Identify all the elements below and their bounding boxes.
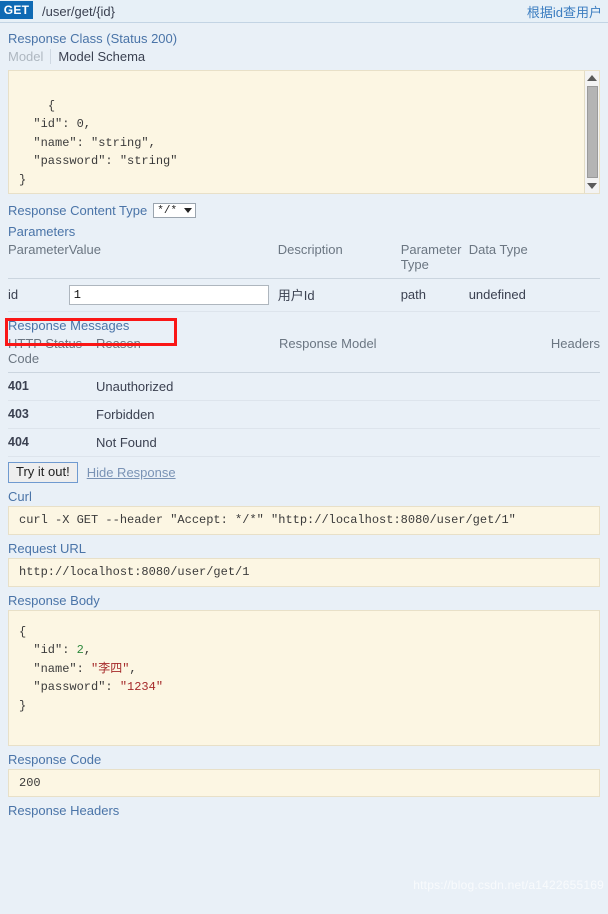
json-id-key: "id":	[19, 643, 77, 657]
response-messages-header-row: HTTP Status Code Reason Response Model H…	[8, 335, 600, 372]
response-content-type-value: */*	[157, 205, 177, 217]
th-value: Value	[69, 241, 278, 278]
reason-cell: Forbidden	[96, 400, 279, 428]
response-body-box: { "id": 2, "name": "李四", "password": "12…	[8, 610, 600, 746]
chevron-down-icon	[184, 208, 192, 213]
response-content-type-row: Response Content Type */*	[8, 203, 600, 218]
http-method-badge: GET	[0, 1, 33, 19]
param-value-cell	[69, 278, 278, 311]
scrollbar-thumb[interactable]	[587, 86, 598, 178]
param-description-cell: 用户Id	[278, 278, 401, 311]
scroll-up-arrow-icon[interactable]	[587, 75, 597, 81]
reason-cell: Unauthorized	[96, 372, 279, 400]
th-response-model: Response Model	[279, 335, 492, 372]
operation-summary[interactable]: 根据id查用户	[527, 0, 608, 22]
parameters-table: Parameter Value Description Parameter Ty…	[8, 241, 600, 312]
param-type-cell: path	[401, 278, 469, 311]
status-code-cell: 403	[8, 400, 96, 428]
response-content-type-label: Response Content Type	[8, 203, 147, 218]
json-close-brace: }	[19, 699, 26, 713]
response-content-type-select[interactable]: */*	[153, 203, 196, 218]
curl-command-box: curl -X GET --header "Accept: */*" "http…	[8, 506, 600, 535]
th-description: Description	[278, 241, 401, 278]
json-id-value: 2	[77, 643, 84, 657]
response-messages-table: HTTP Status Code Reason Response Model H…	[8, 335, 600, 457]
th-data-type: Data Type	[469, 241, 600, 278]
headers-cell	[492, 372, 600, 400]
request-url-title: Request URL	[8, 541, 600, 556]
tab-model[interactable]: Model	[8, 49, 50, 64]
param-datatype-cell: undefined	[469, 278, 600, 311]
th-headers: Headers	[492, 335, 600, 372]
json-password-key: "password":	[19, 680, 120, 694]
th-parameter: Parameter	[8, 241, 69, 278]
curl-title: Curl	[8, 489, 600, 504]
th-reason: Reason	[96, 335, 279, 372]
response-code-title: Response Code	[8, 752, 600, 767]
table-row: id 用户Id path undefined	[8, 278, 600, 311]
model-schema-scrollbar[interactable]	[584, 71, 599, 193]
parameters-title: Parameters	[8, 224, 600, 239]
request-url-box: http://localhost:8080/user/get/1	[8, 558, 600, 587]
response-class-title: Response Class (Status 200)	[8, 31, 600, 46]
table-row: 404 Not Found	[8, 428, 600, 456]
action-row: Try it out! Hide Response	[8, 462, 600, 483]
param-name-cell: id	[8, 278, 69, 311]
response-model-cell	[279, 400, 492, 428]
try-it-out-button[interactable]: Try it out!	[8, 462, 78, 483]
response-code-box: 200	[8, 769, 600, 798]
table-row: 401 Unauthorized	[8, 372, 600, 400]
operation-body: Response Class (Status 200) Model Model …	[0, 31, 608, 818]
response-body-title: Response Body	[8, 593, 600, 608]
response-model-cell	[279, 428, 492, 456]
status-code-cell: 404	[8, 428, 96, 456]
model-schema-text: { "id": 0, "name": "string", "password":…	[19, 99, 177, 187]
reason-cell: Not Found	[96, 428, 279, 456]
tab-model-schema[interactable]: Model Schema	[50, 49, 145, 64]
parameters-header-row: Parameter Value Description Parameter Ty…	[8, 241, 600, 278]
json-id-comma: ,	[84, 643, 91, 657]
json-name-comma: ,	[129, 662, 136, 676]
hide-response-link[interactable]: Hide Response	[87, 465, 176, 480]
headers-cell	[492, 428, 600, 456]
headers-cell	[492, 400, 600, 428]
watermark-text: https://blog.csdn.net/a1422655169	[413, 878, 604, 892]
response-messages-title: Response Messages	[8, 318, 600, 333]
model-tabs: Model Model Schema	[8, 49, 600, 64]
json-password-value: "1234"	[120, 680, 163, 694]
th-http-status-code: HTTP Status Code	[8, 335, 96, 372]
operation-header[interactable]: GET /user/get/{id} 根据id查用户	[0, 0, 608, 23]
model-schema-box: { "id": 0, "name": "string", "password":…	[8, 70, 600, 194]
json-name-value: "李四"	[91, 662, 129, 676]
th-parameter-type: Parameter Type	[401, 241, 469, 278]
response-headers-title: Response Headers	[8, 803, 600, 818]
json-open-brace: {	[19, 625, 26, 639]
status-code-cell: 401	[8, 372, 96, 400]
param-value-input[interactable]	[69, 285, 269, 305]
table-row: 403 Forbidden	[8, 400, 600, 428]
scroll-down-arrow-icon[interactable]	[587, 183, 597, 189]
response-model-cell	[279, 372, 492, 400]
json-name-key: "name":	[19, 662, 91, 676]
operation-path[interactable]: /user/get/{id}	[33, 0, 527, 22]
